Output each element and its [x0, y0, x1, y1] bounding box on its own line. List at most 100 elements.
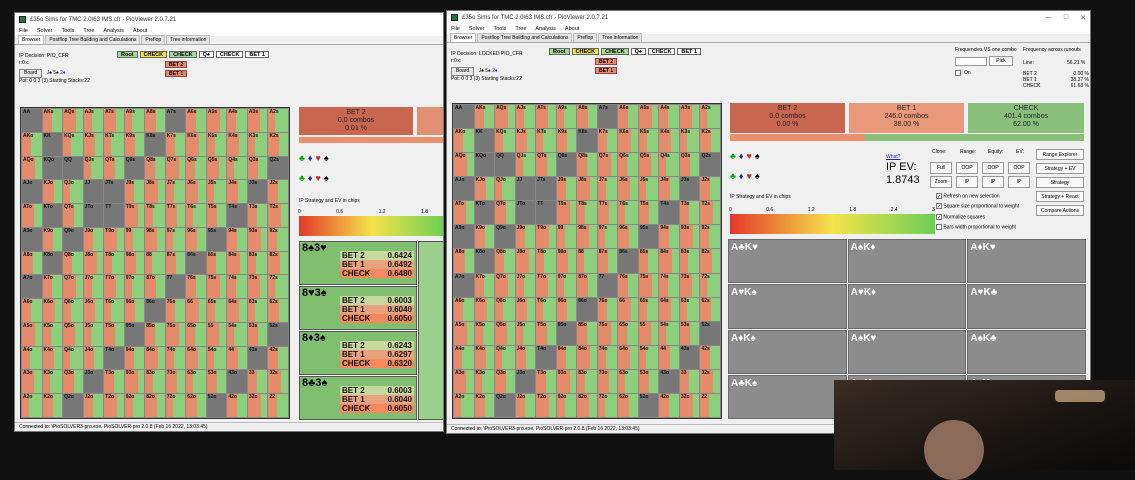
range-cell[interactable]: 55 — [638, 321, 659, 345]
range-cell[interactable]: J8s — [145, 180, 165, 204]
range-cell[interactable]: 22 — [700, 393, 720, 417]
range-cell[interactable]: AQs — [495, 105, 515, 129]
range-cell[interactable]: 85s — [638, 249, 659, 273]
sub-action-bet1[interactable]: BET 1 — [595, 67, 618, 74]
range-cell[interactable]: K3s — [247, 132, 268, 156]
range-cell[interactable]: J5s — [206, 180, 227, 204]
checkbox[interactable]: ✓ — [936, 213, 942, 221]
range-cell[interactable]: 52o — [206, 394, 227, 417]
range-cell[interactable]: A2o — [22, 394, 42, 417]
range-explorer-button[interactable]: Range Explorer — [1036, 149, 1084, 160]
what-link[interactable]: What? — [886, 154, 900, 160]
hand-combo-cell[interactable]: A♥K♣ — [967, 284, 1086, 329]
range-cell[interactable]: A8s — [145, 109, 165, 132]
range-cell[interactable]: K3s — [679, 129, 700, 153]
range-cell[interactable]: T3s — [247, 204, 268, 227]
range-cell[interactable]: J7s — [165, 180, 186, 204]
range-cell[interactable]: J4s — [227, 180, 247, 204]
range-cell[interactable]: QQ — [63, 156, 83, 180]
range-cell[interactable]: 85s — [206, 251, 227, 275]
strategy-button[interactable]: Strategy — [1036, 177, 1084, 188]
range-cell[interactable]: A3o — [454, 369, 474, 393]
board-button[interactable]: Board — [19, 69, 43, 78]
range-cell[interactable]: 54o — [206, 346, 227, 370]
range-cell[interactable]: K5s — [638, 129, 659, 153]
strategy-react-button[interactable]: Strategy + React — [1036, 191, 1084, 202]
on-checkbox[interactable] — [955, 70, 961, 76]
range-cell[interactable]: 92o — [124, 394, 145, 417]
maximize-icon[interactable]: □ — [1064, 14, 1068, 22]
action-check[interactable]: CHECK — [139, 51, 168, 58]
range-cell[interactable]: KTs — [104, 132, 124, 156]
range-cell[interactable]: JTo — [83, 204, 104, 227]
range-cell[interactable]: Q7o — [63, 275, 83, 299]
hand-combo-cell[interactable]: A♠K♦ — [847, 239, 967, 284]
range-cell[interactable]: T7o — [536, 273, 556, 297]
range-cell[interactable]: QTo — [63, 204, 83, 227]
menu-analysis[interactable]: Analysis — [103, 28, 123, 34]
range-cell[interactable]: 96s — [618, 225, 638, 249]
range-cell[interactable]: T3o — [536, 369, 556, 393]
range-cell[interactable]: A7s — [597, 105, 618, 129]
range-cell[interactable]: 42s — [268, 346, 288, 370]
range-cell[interactable]: Q3o — [495, 369, 515, 393]
range-cell[interactable]: JTo — [515, 201, 536, 225]
range-cell[interactable]: 52s — [268, 322, 288, 346]
suit-filter-row[interactable]: ♣♦♥♠ — [730, 151, 763, 161]
range-cell[interactable]: 85o — [145, 322, 165, 346]
range-cell[interactable]: AKo — [454, 129, 474, 153]
menu-file[interactable]: File — [19, 28, 28, 34]
range-cell[interactable]: A6o — [22, 299, 42, 322]
range-cell[interactable]: 74s — [659, 273, 679, 297]
range-cell[interactable]: T3o — [104, 370, 124, 394]
range-cell[interactable]: 97o — [124, 275, 145, 299]
range-cell[interactable]: KJo — [42, 180, 63, 204]
hand-combo-cell[interactable]: A♠K♥ — [847, 329, 967, 374]
ev-ip-button[interactable]: IP — [1008, 176, 1030, 188]
range-cell[interactable]: T9o — [536, 225, 556, 249]
board-button[interactable]: Board — [451, 67, 475, 76]
range-cell[interactable]: 62s — [700, 297, 720, 321]
range-cell[interactable]: 82o — [145, 394, 165, 417]
range-cell[interactable]: 86o — [145, 299, 165, 322]
range-cell[interactable]: AJs — [515, 105, 536, 129]
range-cell[interactable]: 83s — [679, 249, 700, 273]
strategy-ev-button[interactable]: Strategy + EV — [1036, 163, 1084, 174]
range-cell[interactable]: J8s — [577, 177, 597, 201]
range-cell[interactable]: 84s — [227, 251, 247, 275]
range-cell[interactable]: 32s — [700, 369, 720, 393]
tab-tree-info[interactable]: Tree information — [166, 35, 211, 44]
menu-tools[interactable]: Tools — [493, 26, 506, 32]
range-cell[interactable]: AQo — [22, 156, 42, 180]
range-cell[interactable]: T8o — [536, 249, 556, 273]
range-cell[interactable]: K4o — [42, 346, 63, 370]
range-cell[interactable]: A4o — [454, 345, 474, 369]
range-cell[interactable]: 92o — [556, 393, 577, 417]
range-cell[interactable]: A7o — [454, 273, 474, 297]
range-cell[interactable]: J9s — [124, 180, 145, 204]
range-cell[interactable]: 74o — [597, 345, 618, 369]
range-cell[interactable]: J8o — [83, 251, 104, 275]
range-cell[interactable]: Q8o — [63, 251, 83, 275]
range-oop-button[interactable]: OOP — [956, 162, 978, 174]
range-cell[interactable]: 86s — [186, 251, 206, 275]
combo-panel[interactable]: 8♥3♠ BET 2 0.6003 BET 1 0.6040 CHECK 0.6050 — [299, 286, 417, 330]
hand-combo-cell[interactable]: A♣K♠ — [728, 374, 847, 419]
range-cell[interactable]: A6s — [186, 109, 206, 132]
range-cell[interactable]: 92s — [268, 227, 288, 251]
range-cell[interactable]: 75s — [638, 273, 659, 297]
range-cell[interactable]: 65s — [206, 299, 227, 322]
menu-about[interactable]: About — [565, 26, 579, 32]
range-cell[interactable]: 74s — [227, 275, 247, 299]
range-cell[interactable]: QJs — [515, 153, 536, 177]
range-cell[interactable]: K4s — [659, 129, 679, 153]
range-cell[interactable]: J3o — [83, 370, 104, 394]
range-cell[interactable]: JJ — [515, 177, 536, 201]
hand-combo-cell[interactable]: A♥K♦ — [847, 284, 967, 329]
range-cell[interactable]: Q6s — [186, 156, 206, 180]
range-cell[interactable]: 85o — [577, 321, 597, 345]
range-cell[interactable]: 75s — [206, 275, 227, 299]
range-cell[interactable]: 53s — [679, 321, 700, 345]
range-cell[interactable]: A4s — [659, 105, 679, 129]
range-cell[interactable]: 43o — [227, 370, 247, 394]
